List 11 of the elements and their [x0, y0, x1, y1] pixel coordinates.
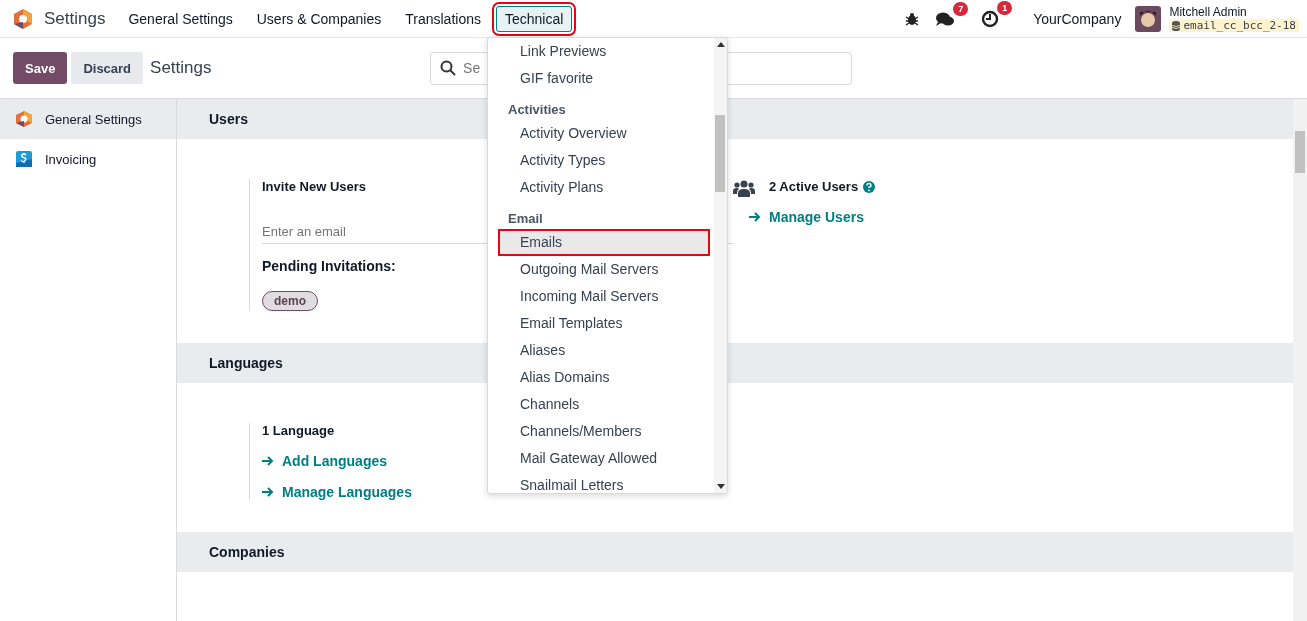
- notification-badge: 1: [997, 0, 1013, 15]
- section-header: Companies: [177, 532, 1293, 572]
- database-name: email_cc_bcc_2-18: [1169, 19, 1299, 32]
- menu-group-heading: Email: [507, 210, 544, 228]
- breadcrumb: Settings: [150, 58, 213, 78]
- notification-badge: 7: [953, 1, 969, 16]
- setting-title: Invite New Users: [262, 179, 367, 194]
- menu-group-heading: Activities: [507, 101, 567, 119]
- setting-title: 2 Active Users: [769, 179, 859, 194]
- setting-title: 1 Language: [262, 423, 335, 438]
- setting-label: Pending Invitations:: [262, 258, 396, 274]
